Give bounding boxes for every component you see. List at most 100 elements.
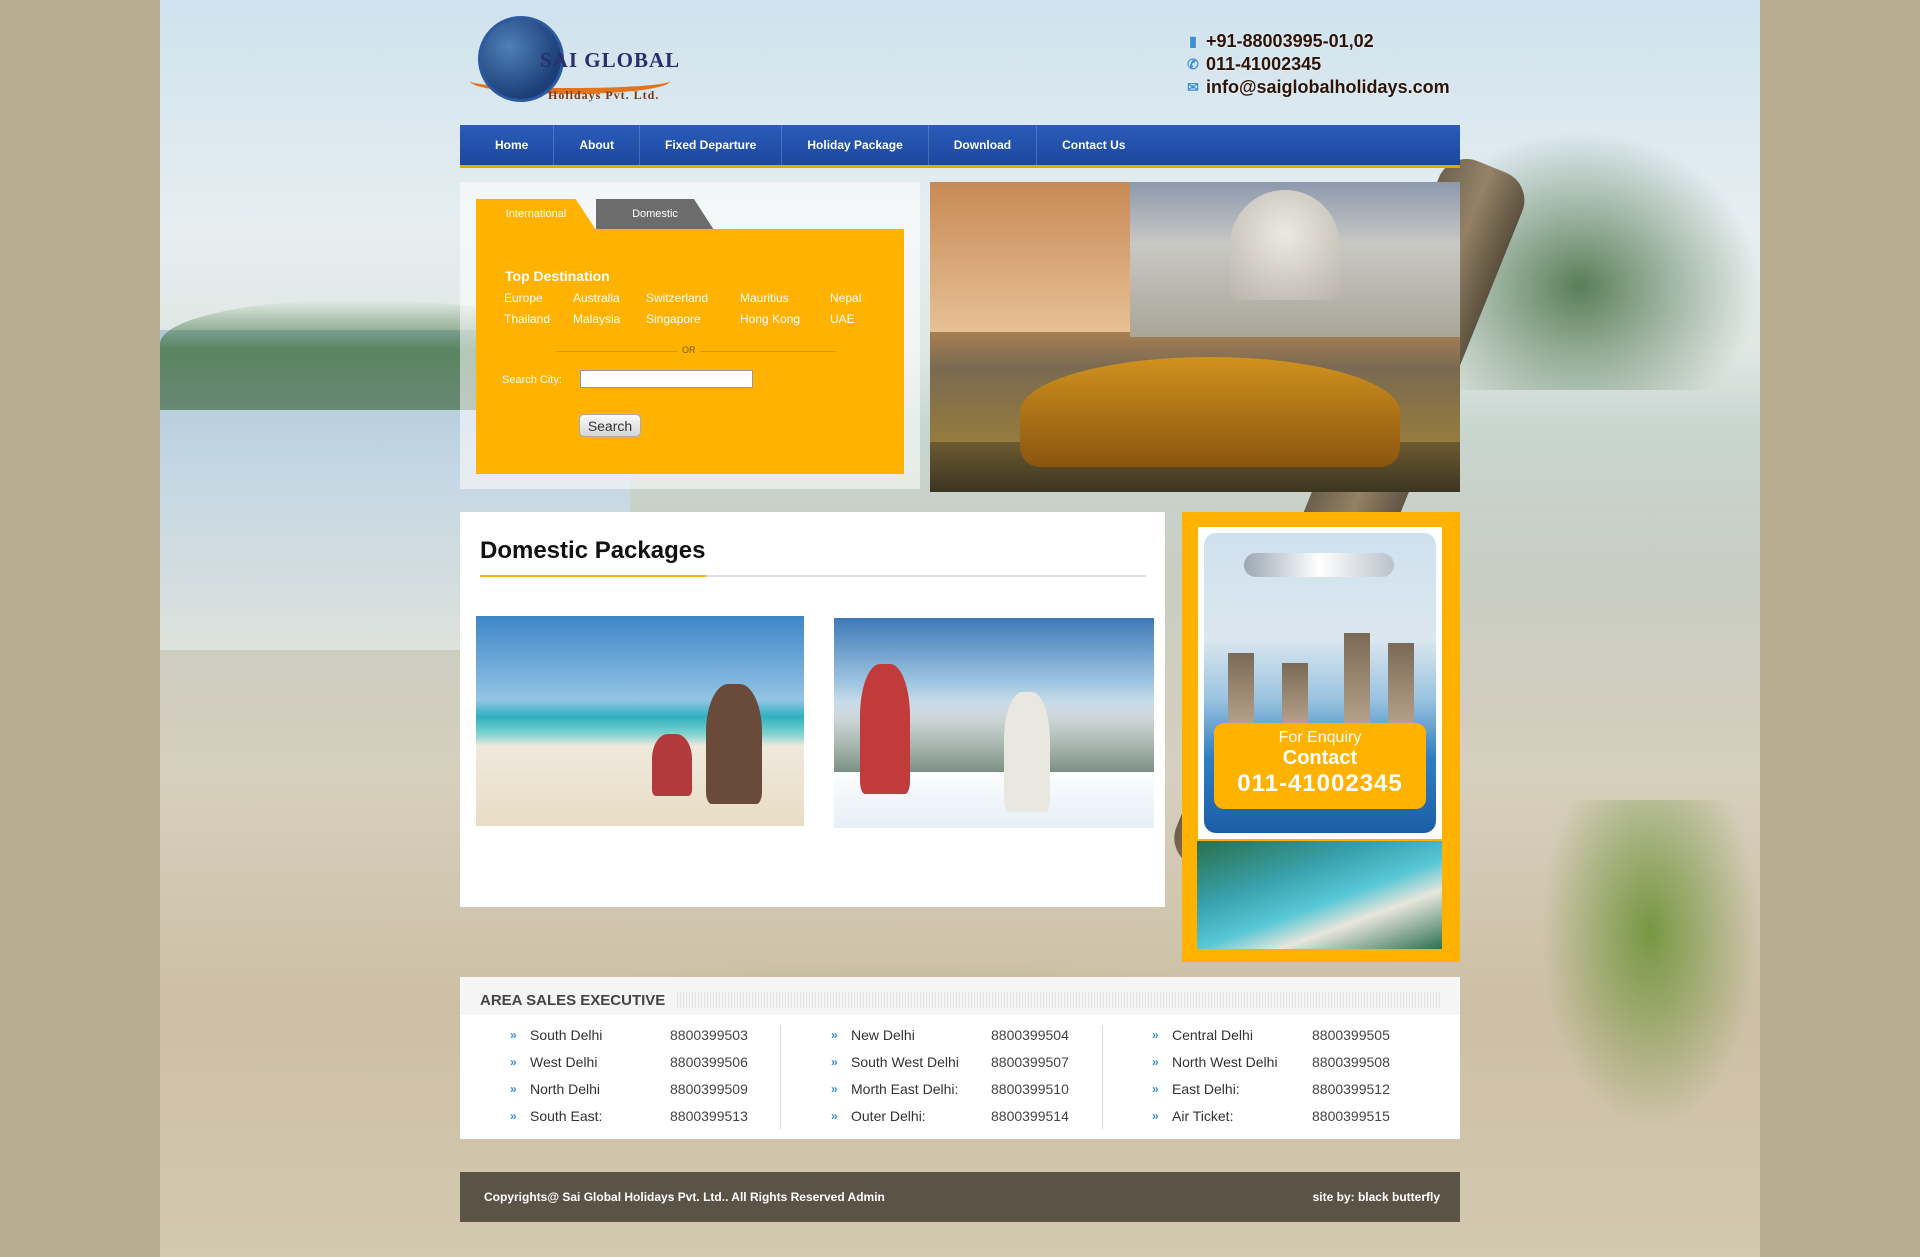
search-button[interactable]: Search [579,414,641,437]
phone-icon: ✆ [1187,56,1199,72]
top-destination-heading: Top Destination [505,268,610,284]
sales-row: » North Delhi 8800399509 [510,1075,780,1102]
sales-number: 8800399514 [991,1107,1069,1124]
sales-row: » Outer Delhi: 8800399514 [831,1102,1101,1129]
double-arrow-icon: » [831,1027,838,1042]
column-divider [1102,1025,1103,1129]
sales-area: Morth East Delhi: [851,1080,959,1097]
double-arrow-icon: » [1152,1027,1159,1042]
sales-number: 8800399506 [670,1053,748,1070]
sales-row: » East Delhi: 8800399512 [1152,1075,1422,1102]
contact-mobile-text: +91-88003995-01,02 [1206,31,1374,51]
package-image-ski[interactable] [834,618,1154,828]
sidebar-beach-image[interactable] [1197,841,1442,949]
sales-number: 8800399508 [1312,1053,1390,1070]
sales-header: AREA SALES EXECUTIVE [460,977,1460,1015]
ski-skier-white [1004,692,1050,812]
double-arrow-icon: » [510,1054,517,1069]
sales-row: » Morth East Delhi: 8800399510 [831,1075,1101,1102]
destination-link[interactable]: Europe [504,291,543,305]
or-label: OR [678,345,700,355]
destination-link[interactable]: UAE [830,312,855,326]
destination-link[interactable]: Thailand [504,312,550,326]
destination-search-panel: International Domestic Top Destination E… [460,182,920,489]
sales-area: Central Delhi [1172,1026,1253,1043]
mobile-icon: ▮ [1189,33,1197,49]
airplane-graphic [1244,553,1394,577]
pagoda-graphic [1228,653,1254,723]
enquiry-phone: 011-41002345 [1237,770,1403,797]
sales-area: North Delhi [530,1080,601,1097]
sales-row: » Central Delhi 8800399505 [1152,1021,1422,1048]
nav-download[interactable]: Download [929,125,1038,165]
package-image-beach[interactable] [476,616,804,826]
enquiry-banner[interactable]: For Enquiry Contact 011-41002345 [1198,527,1442,839]
domestic-packages-section: Domestic Packages [460,512,1165,907]
beach-children [652,734,692,796]
sales-number: 8800399505 [1312,1026,1390,1043]
enquiry-banner-art: For Enquiry Contact 011-41002345 [1204,533,1436,833]
sales-row: » New Delhi 8800399504 [831,1021,1101,1048]
nav-fixed-departure[interactable]: Fixed Departure [640,125,783,165]
nav-home[interactable]: Home [470,125,555,165]
leaning-tower-graphic [1388,643,1414,723]
double-arrow-icon: » [831,1081,838,1096]
destination-link[interactable]: Australia [573,291,620,305]
sales-area: West Delhi [530,1053,598,1070]
sales-header-pattern [677,992,1442,1008]
nav-contact-us[interactable]: Contact Us [1037,125,1150,165]
title-rule-accent [480,575,706,577]
search-city-label: Search City: [502,374,562,386]
destination-link[interactable]: Switzerland [646,291,708,305]
sales-area: South Delhi [530,1026,603,1043]
tab-domestic[interactable]: Domestic [596,199,714,230]
site-logo[interactable]: SAI GLOBAL Holidays Pvt. Ltd. [460,12,720,112]
double-arrow-icon: » [1152,1108,1159,1123]
enquiry-sidebar: For Enquiry Contact 011-41002345 [1182,512,1460,962]
double-arrow-icon: » [1152,1081,1159,1096]
destination-link[interactable]: Nepal [830,291,861,305]
destination-link[interactable]: Mauritius [740,291,789,305]
hero-houseboat [1020,357,1400,467]
nav-about[interactable]: About [554,125,640,165]
sales-number: 8800399504 [991,1026,1069,1043]
statue-graphic [1282,663,1308,723]
double-arrow-icon: » [510,1108,517,1123]
sales-row: » South East: 8800399513 [510,1102,780,1129]
sales-area: South West Delhi [851,1053,959,1070]
contact-phone: ✆ 011-41002345 [1180,53,1450,76]
double-arrow-icon: » [831,1108,838,1123]
contact-email[interactable]: ✉ info@saiglobalholidays.com [1180,76,1450,99]
footer-credit[interactable]: site by: black butterfly [1313,1190,1440,1204]
enquiry-line2: Contact [1282,747,1358,769]
sales-number: 8800399509 [670,1080,748,1097]
double-arrow-icon: » [510,1081,517,1096]
sales-column-2: » New Delhi 8800399504 » South West Delhi 88… [831,1021,1101,1129]
eiffel-graphic [1344,633,1370,723]
sales-number: 8800399512 [1312,1080,1390,1097]
contact-email-text[interactable]: info@saiglobalholidays.com [1206,77,1450,98]
double-arrow-icon: » [831,1054,838,1069]
sales-column-3: » Central Delhi 8800399505 » North West Del… [1152,1021,1422,1129]
footer-copyright: Copyrights@ Sai Global Holidays Pvt. Ltd… [484,1190,885,1204]
enquiry-callout: For Enquiry Contact 011-41002345 [1214,723,1426,809]
ski-skier-red [860,664,910,794]
double-arrow-icon: » [1152,1054,1159,1069]
destination-link[interactable]: Singapore [646,312,701,326]
search-city-input[interactable] [580,370,753,388]
beach-couple [706,684,762,804]
tab-international[interactable]: International [476,199,596,230]
sales-number: 8800399507 [991,1053,1069,1070]
sales-row: » North West Delhi 8800399508 [1152,1048,1422,1075]
background-palms-right [1460,130,1760,390]
destination-link[interactable]: Hong Kong [740,312,800,326]
contact-mobile: ▮ +91-88003995-01,02 [1180,30,1450,53]
background-moss [1540,800,1760,1130]
sales-area: Air Ticket: [1172,1107,1234,1124]
destination-link[interactable]: Malaysia [573,312,620,326]
logo-subtitle: Holidays Pvt. Ltd. [548,88,660,102]
sales-number: 8800399503 [670,1026,748,1043]
nav-holiday-package[interactable]: Holiday Package [782,125,929,165]
sales-row: » South West Delhi 8800399507 [831,1048,1101,1075]
sales-area: East Delhi: [1172,1080,1240,1097]
